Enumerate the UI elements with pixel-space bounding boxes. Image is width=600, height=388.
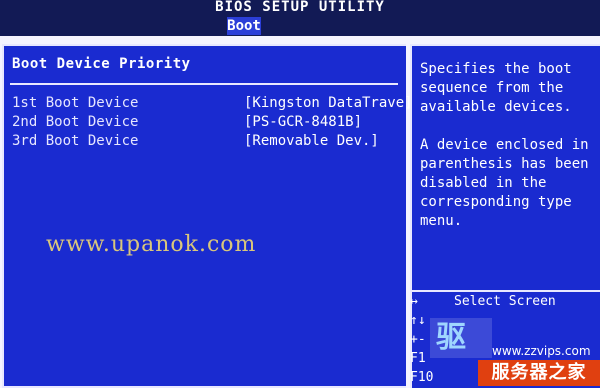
boot-device-label: 2nd Boot Device bbox=[12, 114, 139, 130]
center-watermark: www.upanok.com bbox=[46, 232, 257, 257]
section-title: Boot Device Priority bbox=[12, 56, 191, 72]
section-divider bbox=[10, 83, 398, 85]
boot-device-value[interactable]: [Removable Dev.] bbox=[244, 133, 379, 149]
key-glyph: +- bbox=[410, 332, 426, 347]
app-title: BIOS SETUP UTILITY bbox=[215, 0, 385, 15]
help-paragraph: A device enclosed in parenthesis has bee… bbox=[420, 137, 589, 229]
boot-device-label: 1st Boot Device bbox=[12, 95, 139, 111]
help-paragraph: Specifies the boot sequence from the ava… bbox=[420, 61, 572, 115]
key-legend-divider bbox=[410, 290, 600, 292]
site-url: www.zzvips.com bbox=[492, 344, 591, 358]
boot-device-value[interactable]: [PS-GCR-8481B] bbox=[244, 114, 362, 130]
boot-device-value[interactable]: [Kingston DataTrave] bbox=[244, 95, 413, 111]
key-glyph: ↔ bbox=[410, 294, 418, 309]
boot-device-row-3[interactable]: 3rd Boot Device [Removable Dev.] bbox=[12, 133, 402, 153]
key-glyph: ↑↓ bbox=[410, 313, 426, 328]
boot-device-row-2[interactable]: 2nd Boot Device [PS-GCR-8481B] bbox=[12, 114, 402, 134]
key-desc: Select Screen bbox=[454, 294, 556, 309]
key-glyph: F1 bbox=[410, 351, 426, 366]
site-watermark-logo: 驱动 www.zzvips.com 服务器之家 bbox=[428, 318, 600, 388]
title-bar: BIOS SETUP UTILITY Boot bbox=[0, 0, 600, 36]
tab-boot[interactable]: Boot bbox=[227, 17, 261, 35]
key-glyph: F10 bbox=[410, 370, 434, 385]
boot-device-row-1[interactable]: 1st Boot Device [Kingston DataTrave] bbox=[12, 95, 413, 115]
help-text: Specifies the boot sequence from the ava… bbox=[420, 60, 596, 250]
brand-name: 服务器之家 bbox=[478, 360, 600, 386]
boot-device-label: 3rd Boot Device bbox=[12, 133, 139, 149]
brand-tag: 驱动 bbox=[430, 318, 492, 358]
